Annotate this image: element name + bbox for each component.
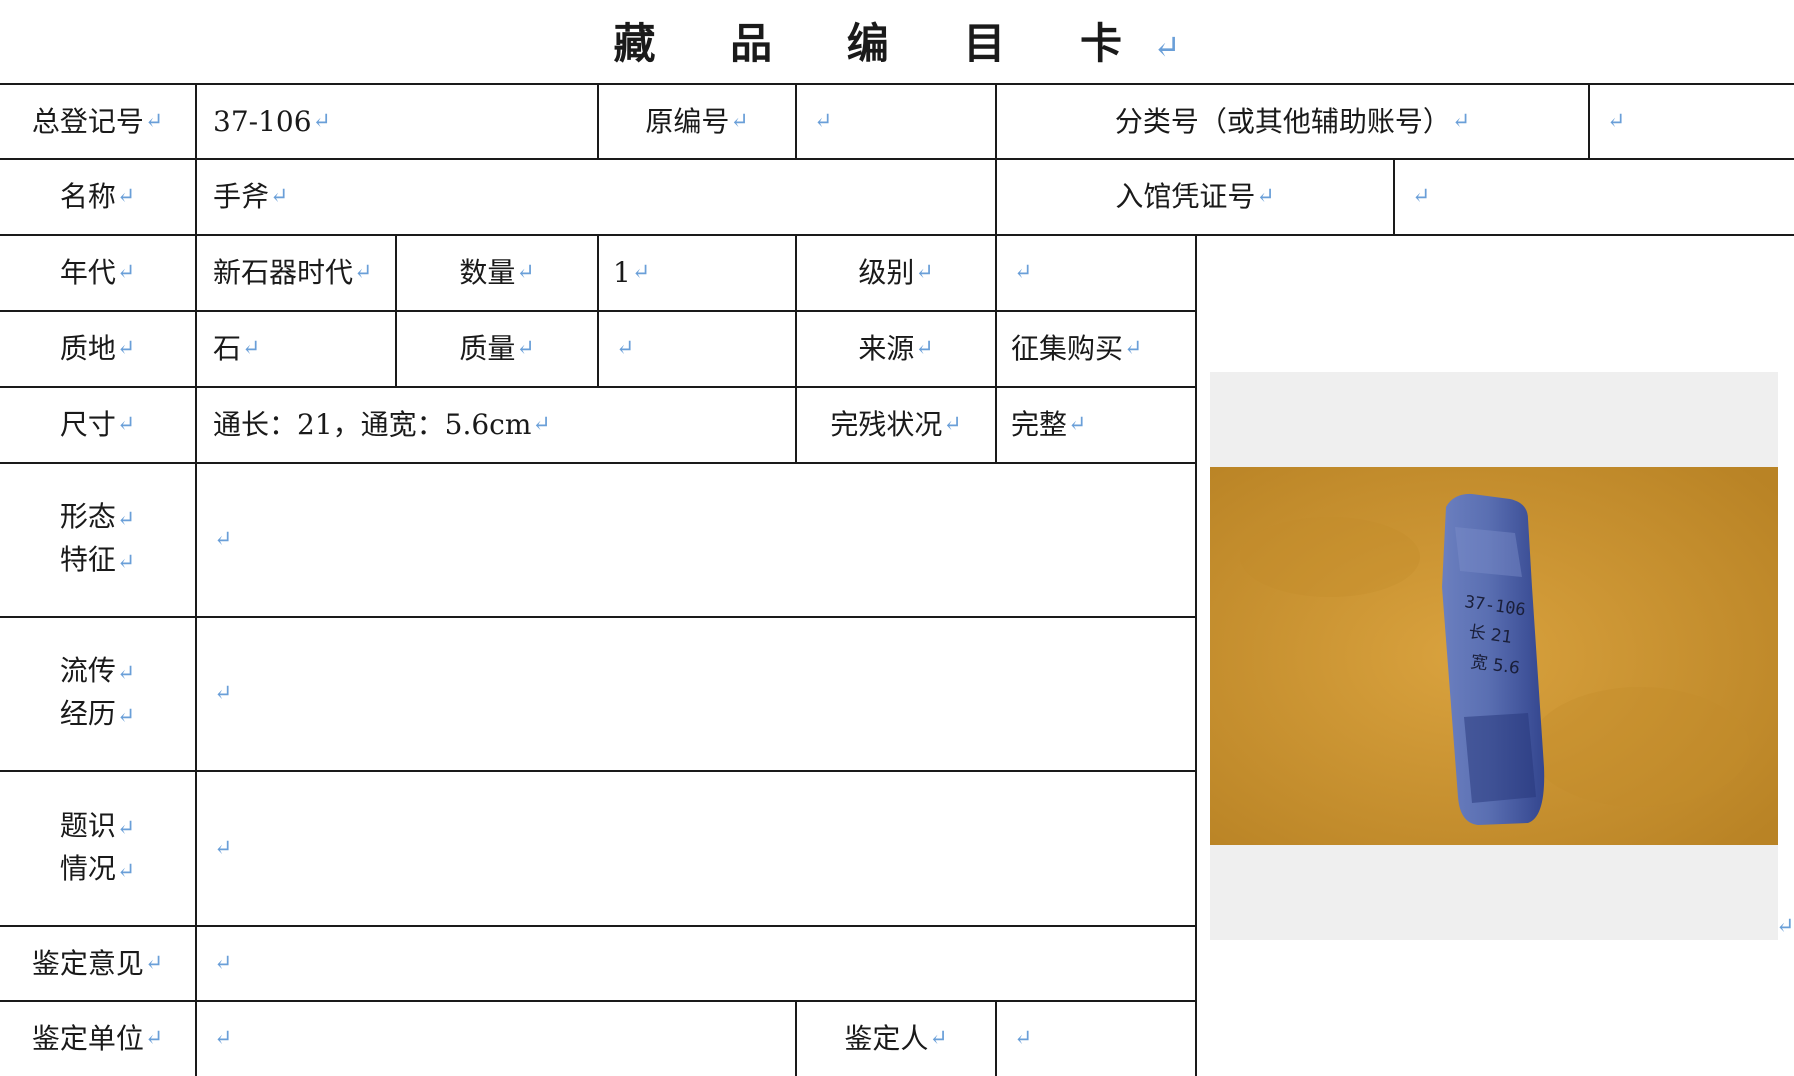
value-appraisal-unit[interactable]: ↵ <box>197 1002 795 1076</box>
value-classification-no[interactable]: ↵ <box>1590 85 1794 158</box>
value-quantity[interactable]: 1 ↵ <box>599 236 795 310</box>
card-title: 藏 品 编 目 卡↵ <box>613 19 1181 68</box>
value-inscription[interactable]: ↵ <box>197 772 1195 925</box>
label-condition: 完残状况 ↵ <box>830 408 962 441</box>
label-appraisal-unit: 鉴定单位 ↵ <box>31 1022 164 1055</box>
value-era[interactable]: 新石器时代 ↵ <box>197 236 395 310</box>
label-material: 质地 ↵ <box>59 332 136 365</box>
label-classification-no: 分类号（或其他辅助账号） ↵ <box>1114 104 1471 138</box>
value-provenance-history[interactable]: ↵ <box>197 618 1195 770</box>
artifact-photo: 37-106 长 21 宽 5.6 <box>1210 467 1778 845</box>
value-source[interactable]: 征集购买 ↵ <box>997 312 1195 386</box>
label-total-registration-no: 总登记号 ↵ <box>31 104 164 138</box>
label-entry-voucher-no: 入馆凭证号 ↵ <box>1115 180 1275 213</box>
value-grade[interactable]: ↵ <box>997 236 1195 310</box>
label-name: 名称 ↵ <box>59 180 136 213</box>
label-source: 来源 ↵ <box>858 332 934 365</box>
paragraph-mark: ↵ <box>1776 914 1794 939</box>
value-size[interactable]: 通长：21，通宽：5.6cm ↵ <box>197 388 795 462</box>
value-original-no[interactable]: ↵ <box>797 85 995 158</box>
label-mass: 质量 ↵ <box>459 332 535 365</box>
label-era: 年代 ↵ <box>59 256 136 289</box>
value-form-features[interactable]: ↵ <box>197 464 1195 616</box>
value-mass[interactable]: ↵ <box>599 312 795 386</box>
label-inscription: 题识↵ 情况↵ <box>59 808 136 885</box>
label-appraiser: 鉴定人 ↵ <box>844 1022 948 1055</box>
label-quantity: 数量 ↵ <box>459 256 535 289</box>
label-size: 尺寸 ↵ <box>59 408 136 441</box>
label-original-no: 原编号 ↵ <box>645 104 749 138</box>
label-form-features: 形态↵ 特征↵ <box>59 500 136 576</box>
value-name[interactable]: 手斧 ↵ <box>197 160 995 234</box>
value-material[interactable]: 石 ↵ <box>197 312 395 386</box>
value-appraisal-opinion[interactable]: ↵ <box>197 927 1195 1000</box>
value-total-registration-no[interactable]: 37-106 ↵ <box>197 85 597 158</box>
value-appraiser[interactable]: ↵ <box>997 1002 1195 1076</box>
value-condition[interactable]: 完整 ↵ <box>997 388 1195 462</box>
label-appraisal-opinion: 鉴定意见 ↵ <box>31 946 164 980</box>
label-grade: 级别 ↵ <box>858 256 934 289</box>
label-provenance-history: 流传↵ 经历↵ <box>59 654 136 730</box>
grid-line <box>1195 234 1197 1076</box>
value-entry-voucher-no[interactable]: ↵ <box>1395 160 1794 234</box>
